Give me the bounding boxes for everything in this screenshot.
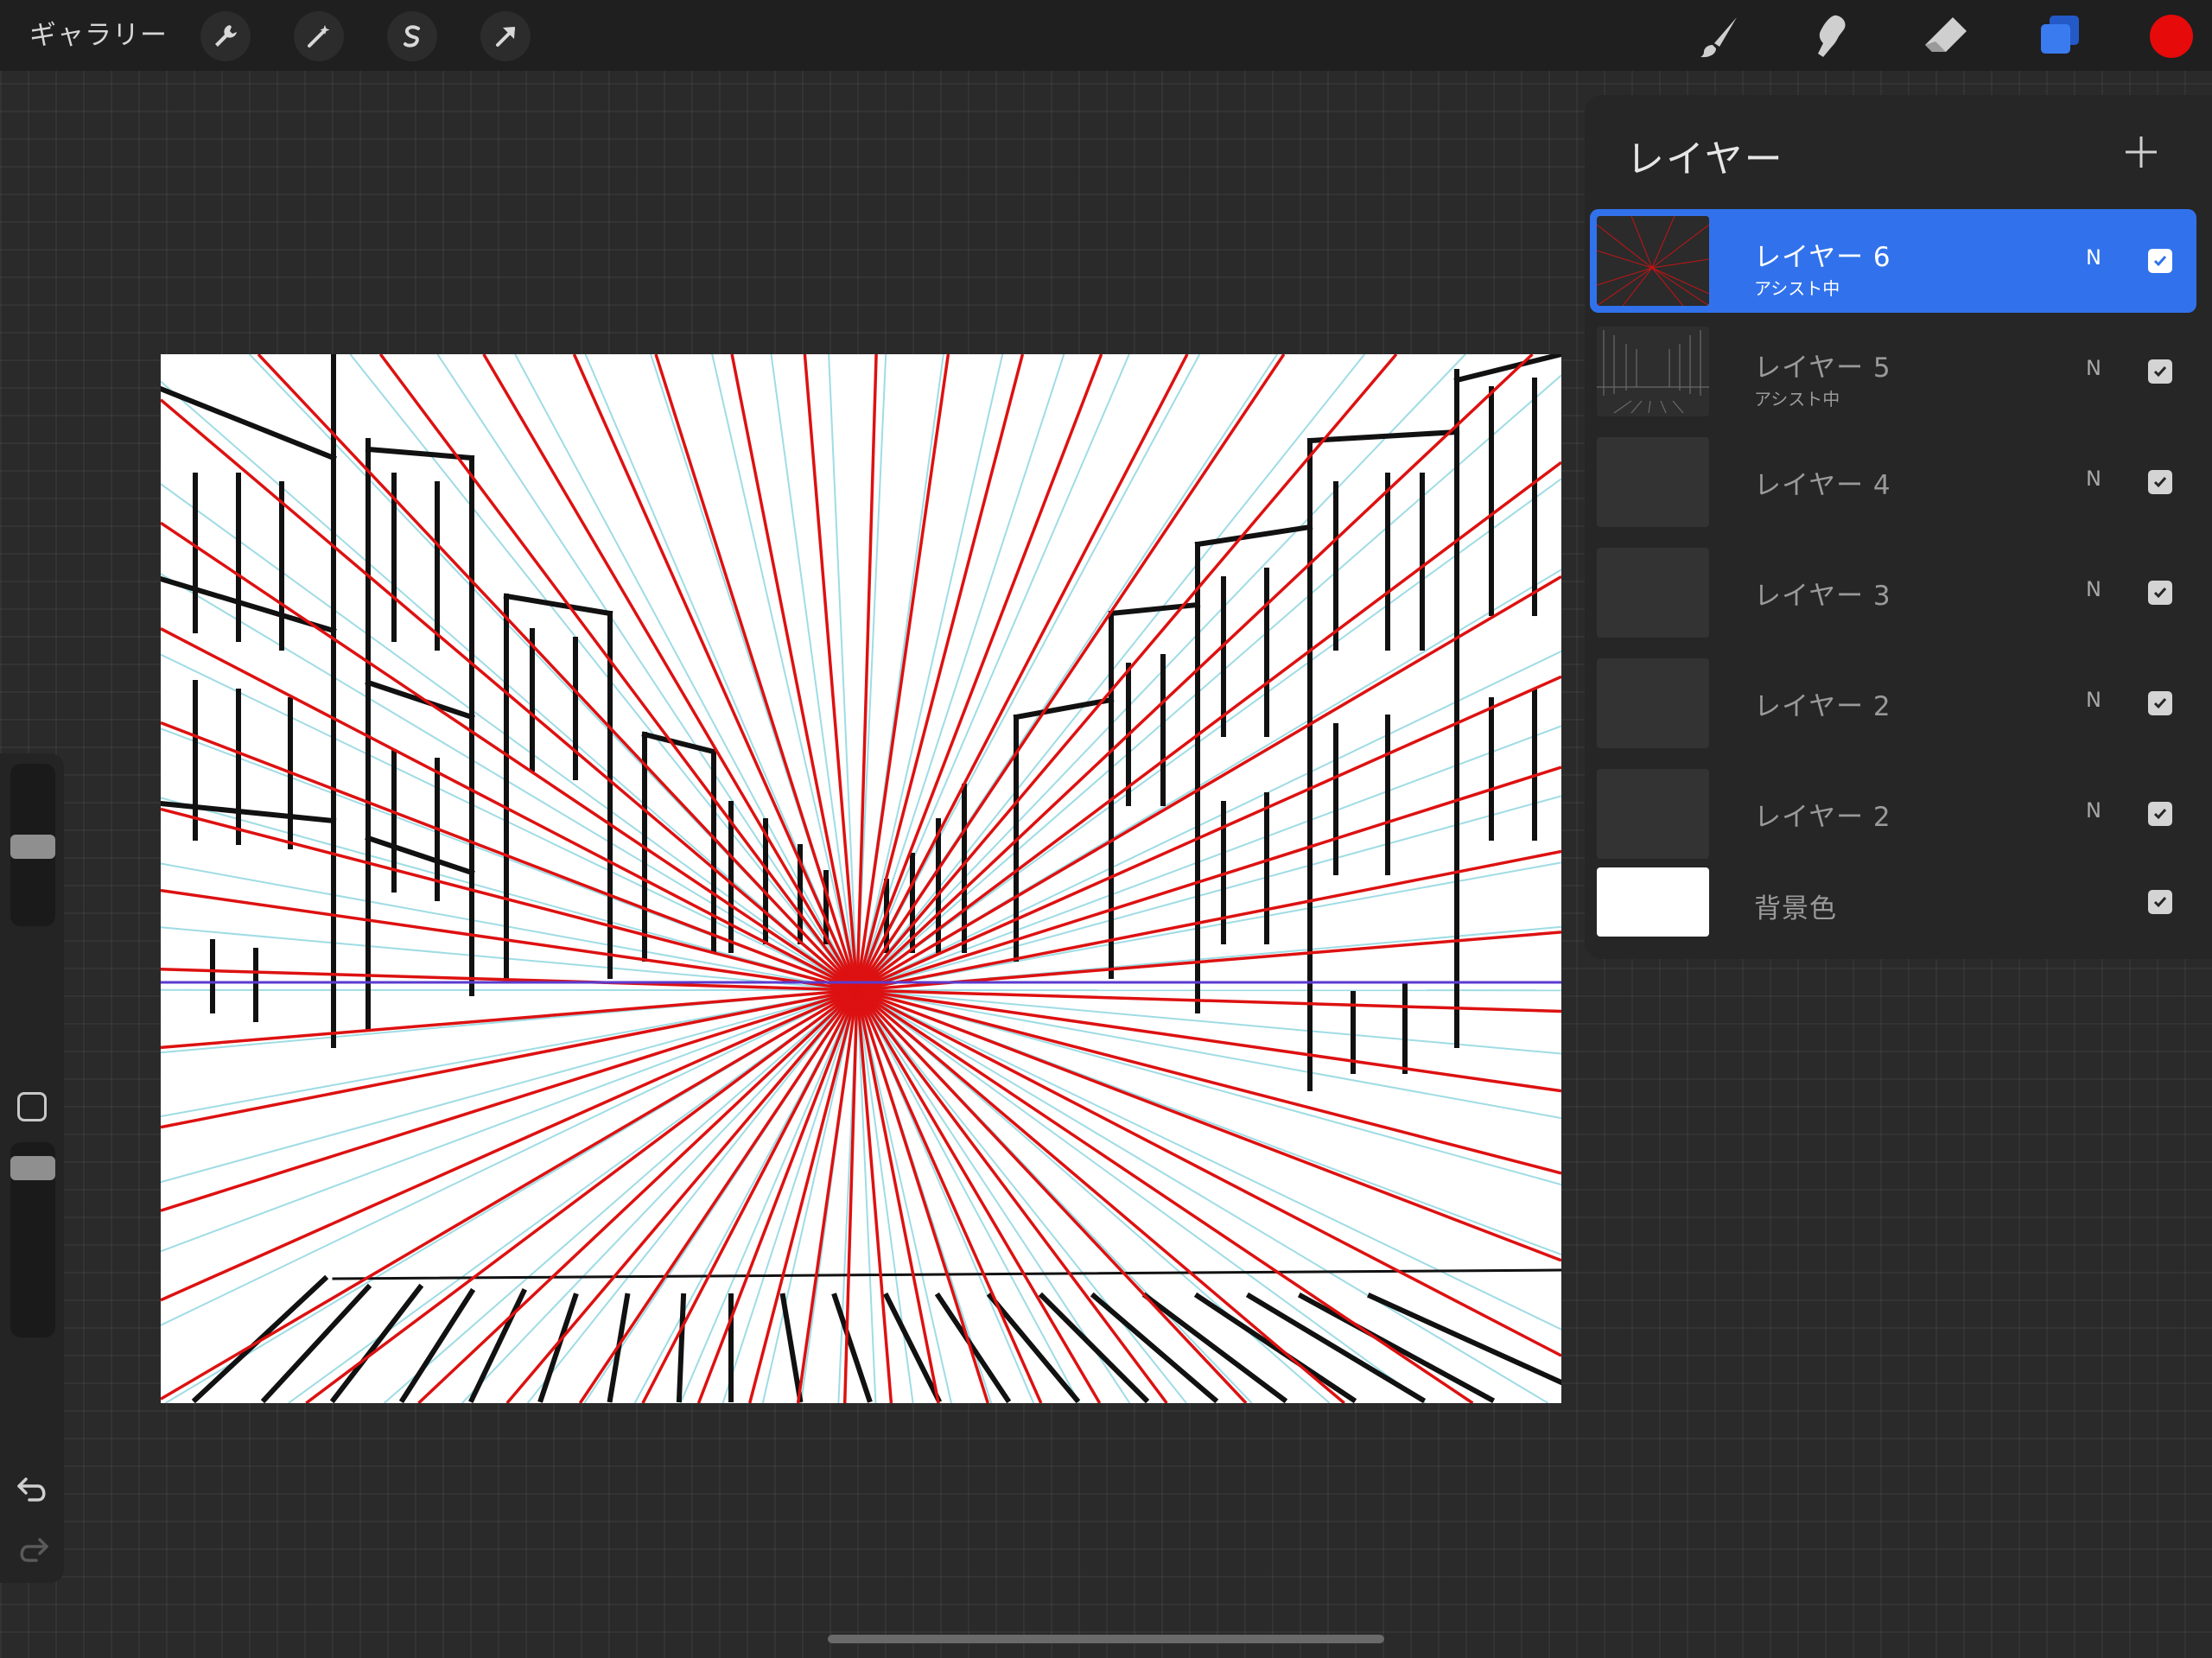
eraser-icon: [1925, 17, 1967, 52]
layer-row[interactable]: レイヤー 5 アシスト中 N: [1590, 320, 2196, 423]
visibility-checkbox[interactable]: [2148, 249, 2172, 273]
gallery-button[interactable]: ギャラリー: [29, 16, 168, 55]
checkmark-icon: [2153, 588, 2167, 599]
checkmark-icon: [2153, 897, 2167, 908]
layer-row[interactable]: レイヤー 2 N: [1590, 762, 2196, 866]
layer-row-background[interactable]: 背景色: [1590, 861, 2196, 947]
visibility-checkbox[interactable]: [2148, 890, 2172, 914]
actions-button[interactable]: [200, 11, 251, 61]
checkmark-icon: [2153, 477, 2167, 488]
adjustments-button[interactable]: [294, 11, 344, 61]
top-toolbar: ギャラリー: [0, 0, 2212, 71]
add-layer-button[interactable]: [2117, 128, 2165, 176]
layers-tool[interactable]: [2034, 10, 2086, 62]
checkmark-icon: [2153, 256, 2167, 267]
checkmark-icon: [2153, 809, 2167, 820]
left-sidebar: [0, 753, 64, 1583]
transform-arrow-icon: [496, 27, 515, 47]
layer-thumbnail: [1597, 327, 1709, 416]
layer-name: レイヤー 5: [1754, 353, 1891, 384]
brush-icon: [1700, 17, 1737, 58]
blend-mode-button[interactable]: N: [2086, 798, 2101, 823]
drawing-canvas[interactable]: [161, 354, 1561, 1403]
layer-assist-label: アシスト中: [1754, 389, 1840, 410]
visibility-checkbox[interactable]: [2148, 359, 2172, 384]
blend-mode-button[interactable]: N: [2086, 245, 2101, 270]
layer-thumbnail: [1597, 548, 1709, 638]
visibility-checkbox[interactable]: [2148, 581, 2172, 605]
checkmark-icon: [2153, 698, 2167, 709]
smudge-icon: [1818, 15, 1846, 57]
opacity-knob[interactable]: [10, 1155, 55, 1180]
layer-name: レイヤー 2: [1754, 802, 1891, 833]
layer-name: レイヤー 2: [1754, 691, 1891, 722]
layers-icon: [2041, 16, 2079, 54]
blend-mode-button[interactable]: N: [2086, 467, 2101, 491]
layer-thumbnail: [1597, 658, 1709, 748]
layer-name: レイヤー 3: [1754, 581, 1891, 612]
layer-name: 背景色: [1754, 893, 1837, 924]
wrench-icon: [215, 25, 237, 47]
layer-thumbnail: [1597, 867, 1709, 937]
layer-row[interactable]: レイヤー 4 N: [1590, 430, 2196, 534]
layer-row[interactable]: レイヤー 3 N: [1590, 541, 2196, 645]
magic-wand-icon: [308, 25, 330, 48]
layer-thumbnail: [1597, 769, 1709, 859]
visibility-checkbox[interactable]: [2148, 470, 2172, 494]
undo-icon[interactable]: [16, 1474, 50, 1505]
transform-button[interactable]: [480, 11, 531, 61]
brush-tool[interactable]: [1694, 10, 1745, 62]
layer-thumbnail: [1597, 437, 1709, 527]
visibility-checkbox[interactable]: [2148, 691, 2172, 715]
layer-name: レイヤー 4: [1754, 470, 1891, 501]
brush-size-knob[interactable]: [10, 834, 55, 859]
checkmark-icon: [2153, 366, 2167, 378]
modify-button[interactable]: [17, 1092, 47, 1121]
layer-name: レイヤー 6: [1754, 242, 1891, 273]
panel-title: レイヤー: [1626, 137, 1784, 181]
layer-thumbnail: [1597, 216, 1709, 306]
home-indicator: [828, 1635, 1384, 1643]
blend-mode-button[interactable]: N: [2086, 688, 2101, 712]
selection-icon: [404, 25, 420, 48]
blend-mode-button[interactable]: N: [2086, 356, 2101, 380]
selection-button[interactable]: [387, 11, 437, 61]
layers-panel: レイヤー レイヤー 6 アシスト中 N レイヤー 5 アシスト中 N レイヤー …: [1585, 95, 2212, 959]
layer-row[interactable]: レイヤー 2 N: [1590, 651, 2196, 755]
perspective-drawing: [161, 354, 1561, 1403]
layer-assist-label: アシスト中: [1754, 278, 1840, 299]
color-picker-button[interactable]: [2150, 15, 2193, 58]
eraser-tool[interactable]: [1920, 10, 1972, 62]
smudge-tool[interactable]: [1806, 10, 1858, 62]
blend-mode-button[interactable]: N: [2086, 577, 2101, 601]
visibility-checkbox[interactable]: [2148, 802, 2172, 826]
layer-row[interactable]: レイヤー 6 アシスト中 N: [1590, 209, 2196, 313]
redo-icon[interactable]: [16, 1534, 50, 1566]
plus-icon: [2126, 137, 2157, 168]
